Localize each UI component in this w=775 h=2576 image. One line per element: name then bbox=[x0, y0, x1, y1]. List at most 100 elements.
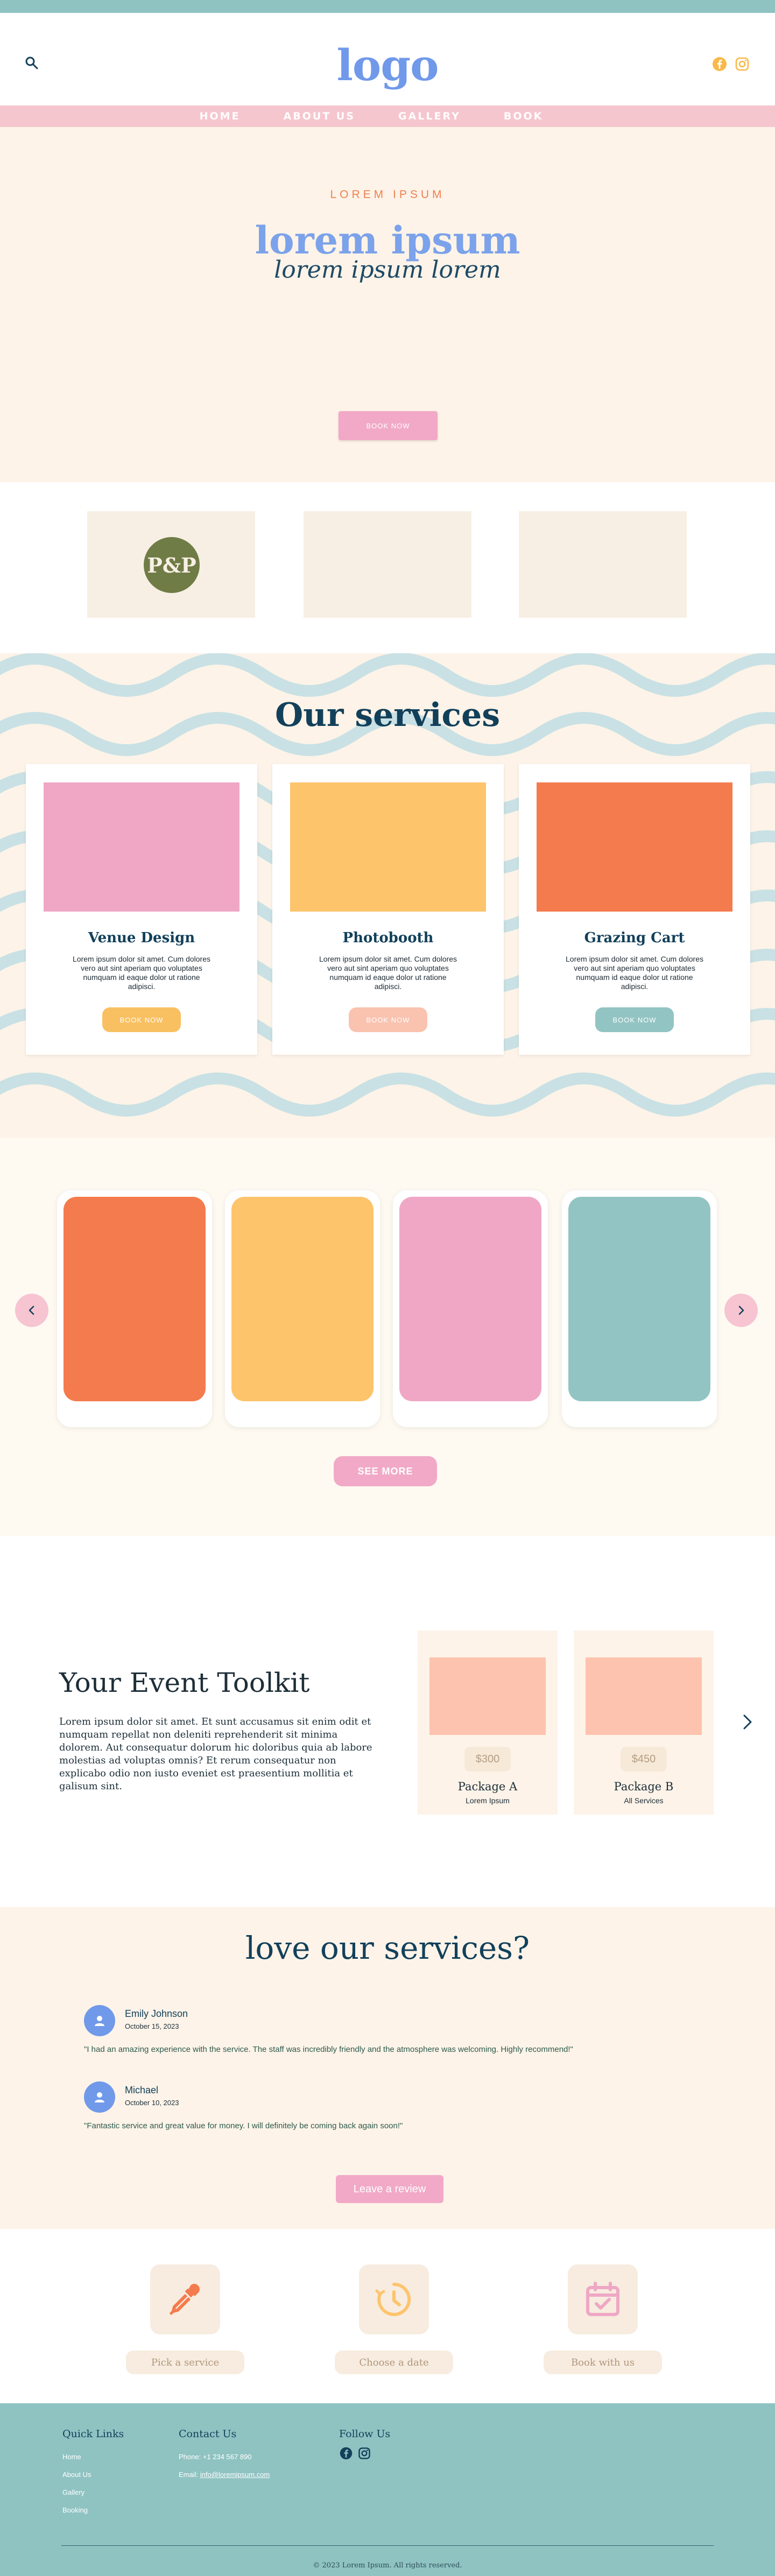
eyedropper-icon bbox=[170, 2284, 200, 2315]
chevron-left-icon bbox=[29, 1305, 34, 1315]
clock-icon bbox=[375, 2282, 411, 2316]
service-book-now-button[interactable]: BOOK NOW bbox=[102, 1007, 181, 1032]
toolkit-description: Lorem ipsum dolor sit amet. Et sunt accu… bbox=[59, 1716, 372, 1792]
service-book-now-button[interactable]: BOOK NOW bbox=[595, 1007, 674, 1032]
footer-link-gallery[interactable]: Gallery bbox=[62, 2488, 124, 2496]
packages-next-arrow[interactable] bbox=[739, 1711, 756, 1733]
review-date: October 15, 2023 bbox=[125, 2022, 179, 2030]
services-section: Our services Venue Design Lorem ipsum do… bbox=[0, 653, 775, 1138]
step-icon-tile bbox=[359, 2264, 429, 2334]
hero-section: LOREM IPSUM lorem ipsum lorem ipsum lore… bbox=[0, 127, 775, 482]
event-toolkit-section: Your Event Toolkit Lorem ipsum dolor sit… bbox=[0, 1536, 775, 1907]
package-name: Package A bbox=[457, 1780, 518, 1793]
footer-email-link[interactable]: info@loremipsum.com bbox=[200, 2471, 270, 2479]
instagram-icon[interactable] bbox=[734, 56, 750, 72]
gallery-card[interactable] bbox=[225, 1190, 380, 1427]
site-footer: Quick Links Home About Us Gallery Bookin… bbox=[0, 2403, 775, 2576]
step-icon-tile bbox=[150, 2264, 220, 2334]
footer-link-home[interactable]: Home bbox=[62, 2453, 124, 2461]
service-description: Lorem ipsum dolor sit amet. Cum dolores … bbox=[73, 955, 210, 991]
review-date: October 10, 2023 bbox=[125, 2099, 179, 2107]
package-image bbox=[586, 1657, 702, 1735]
service-title: Grazing Cart bbox=[584, 930, 685, 946]
service-card-grazing-cart: Grazing Cart Lorem ipsum dolor sit amet.… bbox=[519, 764, 750, 1055]
footer-quick-links: Quick Links Home About Us Gallery Bookin… bbox=[62, 2428, 124, 2524]
gallery-image bbox=[231, 1197, 374, 1401]
hero-title: lorem ipsum bbox=[255, 218, 520, 263]
service-book-now-button[interactable]: BOOK NOW bbox=[349, 1007, 427, 1032]
main-nav: HOME ABOUT US GALLERY BOOK bbox=[0, 105, 775, 127]
facebook-icon[interactable] bbox=[339, 2446, 353, 2460]
reviews-heading: love our services? bbox=[245, 1930, 530, 1966]
partner-badge-logo: P&P bbox=[144, 537, 200, 593]
nav-home[interactable]: HOME bbox=[200, 110, 241, 122]
step-book-with-us-button[interactable]: Book with us bbox=[544, 2351, 662, 2374]
partner-logo-tile: P&P bbox=[87, 511, 255, 618]
site-logo[interactable]: logo bbox=[0, 40, 775, 90]
step-pick-service-button[interactable]: Pick a service bbox=[126, 2351, 244, 2374]
top-accent-bar bbox=[0, 0, 775, 13]
service-card-venue-design: Venue Design Lorem ipsum dolor sit amet.… bbox=[26, 764, 257, 1055]
carousel-next-button[interactable] bbox=[724, 1294, 758, 1327]
chevron-right-icon bbox=[738, 1305, 744, 1315]
step-pick-service: Pick a service bbox=[116, 2264, 254, 2374]
step-choose-date: Choose a date bbox=[325, 2264, 463, 2374]
gallery-image bbox=[568, 1197, 710, 1401]
gallery-card[interactable] bbox=[562, 1190, 717, 1427]
reviewer-name: Emily Johnson bbox=[125, 2008, 188, 2019]
instagram-icon[interactable] bbox=[357, 2446, 371, 2460]
service-description: Lorem ipsum dolor sit amet. Cum dolores … bbox=[319, 955, 457, 991]
gallery-image bbox=[64, 1197, 206, 1401]
service-description: Lorem ipsum dolor sit amet. Cum dolores … bbox=[566, 955, 703, 991]
leave-review-button[interactable]: Leave a review bbox=[336, 2175, 443, 2203]
avatar bbox=[84, 2005, 115, 2036]
package-card-a[interactable]: $300 Package A Lorem Ipsum bbox=[418, 1631, 558, 1815]
step-book-with-us: Book with us bbox=[534, 2264, 672, 2374]
site-header: logo bbox=[0, 13, 775, 105]
step-choose-date-button[interactable]: Choose a date bbox=[335, 2351, 453, 2374]
package-price: $450 bbox=[621, 1747, 667, 1772]
chevron-right-icon bbox=[743, 1714, 752, 1730]
user-icon bbox=[95, 2016, 104, 2026]
hero-script-subtitle: lorem ipsum lorem bbox=[274, 256, 501, 284]
footer-follow-title: Follow Us bbox=[339, 2428, 391, 2440]
footer-email-label: Email: bbox=[179, 2471, 199, 2479]
service-card-photobooth: Photobooth Lorem ipsum dolor sit amet. C… bbox=[272, 764, 504, 1055]
footer-copyright: © 2023 Lorem Ipsum. All rights reserved. bbox=[313, 2561, 462, 2570]
footer-contact-title: Contact Us bbox=[179, 2428, 237, 2440]
gallery-card[interactable] bbox=[57, 1190, 212, 1427]
service-image bbox=[537, 782, 732, 912]
footer-quick-links-title: Quick Links bbox=[62, 2428, 124, 2440]
service-title: Photobooth bbox=[342, 930, 434, 946]
footer-link-booking[interactable]: Booking bbox=[62, 2506, 124, 2514]
step-icon-tile bbox=[568, 2264, 638, 2334]
reviewer-name: Michael bbox=[125, 2085, 159, 2095]
partner-logo-tile bbox=[304, 511, 471, 618]
avatar bbox=[84, 2081, 115, 2113]
footer-email-line: Email: info@loremipsum.com bbox=[179, 2471, 270, 2479]
carousel-prev-button[interactable] bbox=[15, 1294, 48, 1327]
nav-about-us[interactable]: ABOUT US bbox=[284, 110, 355, 122]
facebook-icon[interactable] bbox=[711, 56, 728, 72]
page: logo HOME ABOUT US GALLERY BOOK LOREM IP… bbox=[0, 0, 775, 2576]
package-subtitle: Lorem Ipsum bbox=[466, 1796, 510, 1805]
footer-link-about-us[interactable]: About Us bbox=[62, 2471, 124, 2479]
partner-logo-tile bbox=[519, 511, 687, 618]
see-more-button[interactable]: SEE MORE bbox=[334, 1456, 437, 1486]
hero-book-now-button[interactable]: BOOK NOW bbox=[339, 411, 438, 440]
review-text: "Fantastic service and great value for m… bbox=[84, 2121, 403, 2130]
nav-gallery[interactable]: GALLERY bbox=[398, 110, 461, 122]
services-heading: Our services bbox=[274, 696, 501, 734]
footer-phone: Phone: +1 234 567 890 bbox=[179, 2453, 252, 2461]
nav-book[interactable]: BOOK bbox=[504, 110, 544, 122]
package-price: $300 bbox=[464, 1747, 511, 1772]
footer-contact: Contact Us Phone: +1 234 567 890 Email: … bbox=[179, 2428, 270, 2488]
reviews-section: love our services? Emily Johnson October… bbox=[0, 1907, 775, 2229]
service-image bbox=[290, 782, 486, 912]
gallery-carousel-section: SEE MORE bbox=[0, 1138, 775, 1536]
package-card-b[interactable]: $450 Package B All Services bbox=[574, 1631, 714, 1815]
hero-eyebrow: LOREM IPSUM bbox=[330, 188, 445, 201]
toolkit-heading: Your Event Toolkit bbox=[59, 1667, 310, 1698]
user-icon bbox=[95, 2092, 104, 2102]
gallery-card[interactable] bbox=[393, 1190, 548, 1427]
